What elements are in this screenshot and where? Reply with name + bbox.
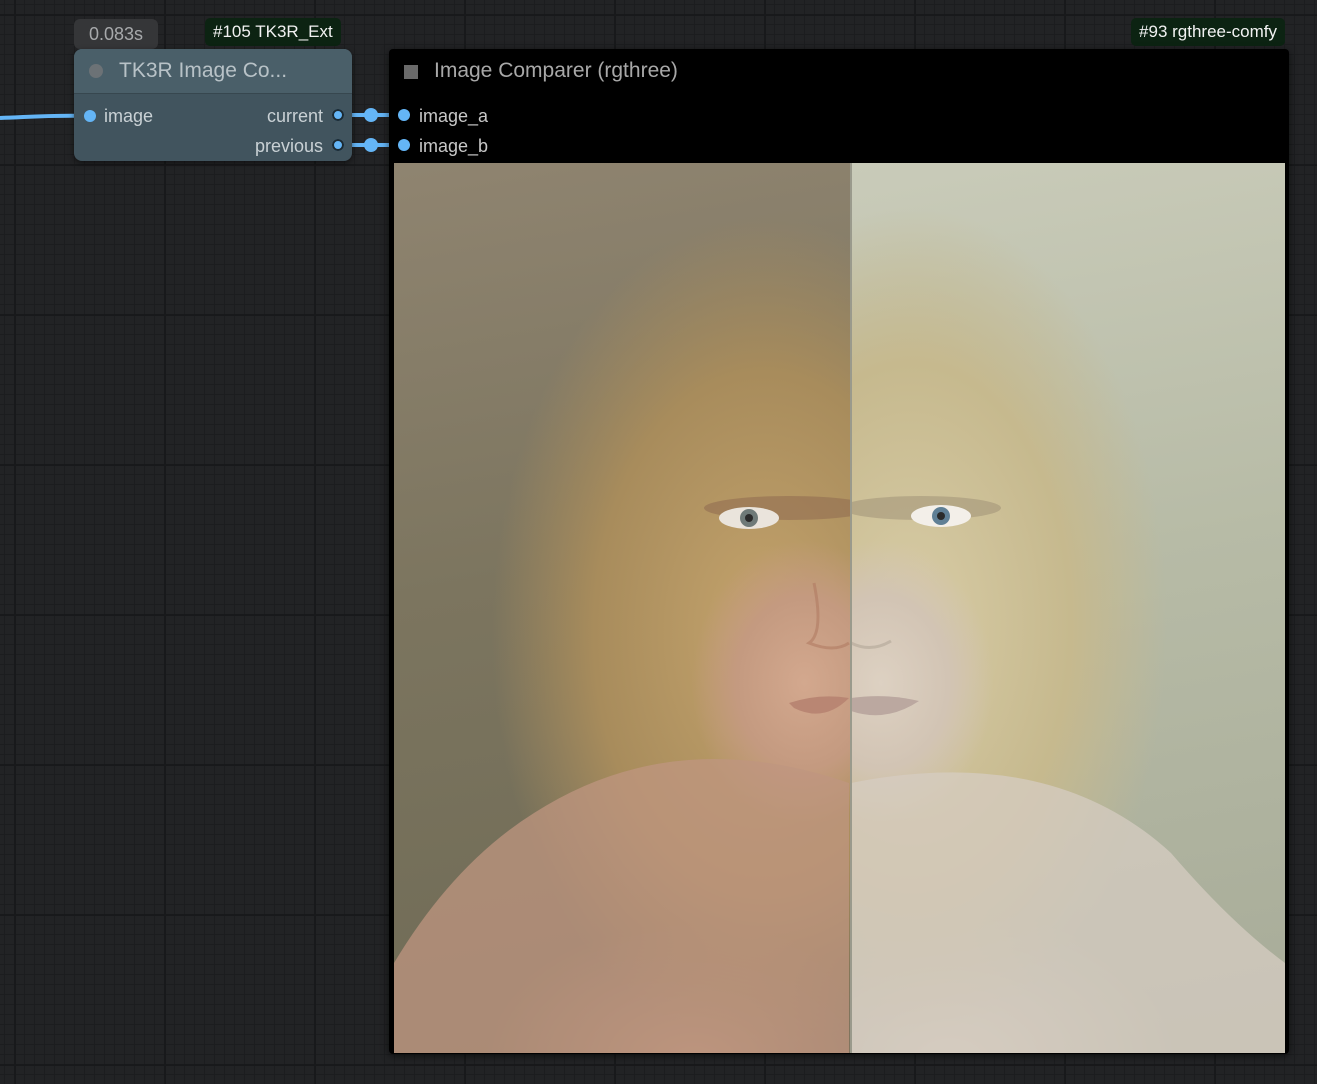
execution-time-badge: 0.083s xyxy=(74,19,158,49)
link-midpoint-current xyxy=(364,108,378,122)
collapse-dot-icon[interactable] xyxy=(89,64,103,78)
node-tag-rgthree: #93 rgthree-comfy xyxy=(1131,18,1285,46)
collapse-square-icon[interactable] xyxy=(404,65,418,79)
output-label-previous: previous xyxy=(254,136,323,156)
node-title-bar[interactable]: TK3R Image Co... xyxy=(74,49,352,94)
portrait-cool-icon xyxy=(851,496,1285,1053)
node-tag-tk3r: #105 TK3R_Ext xyxy=(205,18,341,46)
compare-slider-line[interactable] xyxy=(850,163,852,1053)
image-b-preview xyxy=(851,163,1285,1053)
link-midpoint-previous xyxy=(364,138,378,152)
node-title: TK3R Image Co... xyxy=(119,59,288,82)
image-a-preview xyxy=(394,163,851,1053)
tk3r-image-node[interactable]: TK3R Image Co... image current previous xyxy=(74,49,352,161)
input-slot-image-a[interactable] xyxy=(398,109,410,121)
image-compare-area[interactable] xyxy=(394,163,1285,1053)
input-label-image-a: image_a xyxy=(419,106,489,126)
node-title: Image Comparer (rgthree) xyxy=(434,59,678,82)
input-slot-image-b[interactable] xyxy=(398,139,410,151)
input-label-image: image xyxy=(104,106,154,126)
output-slot-current[interactable] xyxy=(332,109,344,121)
input-label-image-b: image_b xyxy=(419,136,489,156)
portrait-warm-icon xyxy=(394,496,851,1053)
output-slot-previous[interactable] xyxy=(332,139,344,151)
output-label-current: current xyxy=(266,106,323,126)
image-comparer-node[interactable]: Image Comparer (rgthree) image_a image_b xyxy=(389,49,1289,1054)
input-slot-image[interactable] xyxy=(84,110,96,122)
